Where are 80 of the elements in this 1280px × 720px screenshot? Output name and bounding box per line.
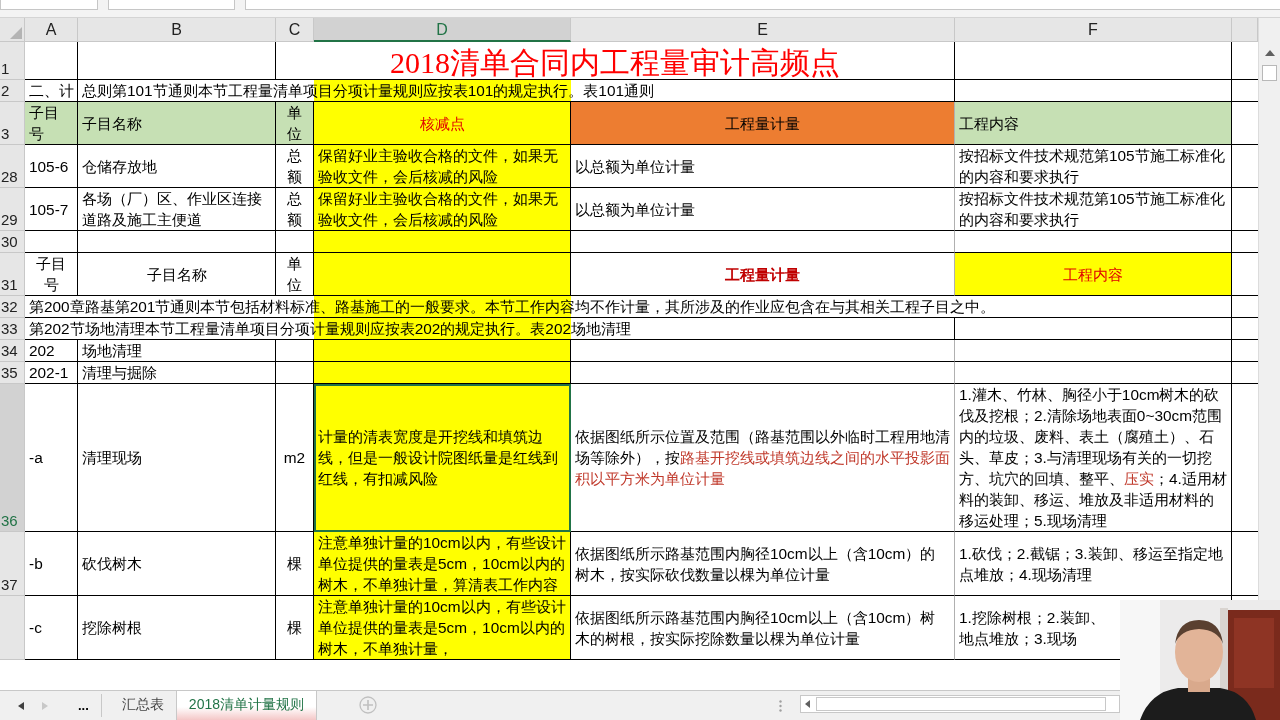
table-cell: 场地清理 xyxy=(78,340,276,362)
table-cell: 子目名称 xyxy=(78,102,276,145)
table-cell: 以总额为单位计量 xyxy=(571,145,955,188)
add-sheet-icon[interactable] xyxy=(359,696,377,714)
table-cell: 按招标文件技术规范第105节施工标准化的内容和要求执行 xyxy=(955,188,1232,231)
table-cell: 总额 xyxy=(276,145,314,188)
table-cell: 清理与掘除 xyxy=(78,362,276,384)
table-cell: -c xyxy=(25,596,78,660)
table-cell: 1.砍伐；2.截锯；3.装卸、移运至指定地点堆放；4.现场清理 xyxy=(955,532,1232,596)
table-cell: -a xyxy=(25,384,78,532)
scroll-up-icon[interactable] xyxy=(1264,50,1275,56)
table-cell: 仓储存放地 xyxy=(78,145,276,188)
previous-sheet-icon[interactable] xyxy=(18,702,24,710)
table-cell: 依据图纸所示路基范围内胸径10cm以上（含10cm）的树木，按实际砍伐数量以棵为单位计量 xyxy=(571,532,955,596)
table-cell: 棵 xyxy=(276,532,314,596)
row-number[interactable]: 2 xyxy=(0,80,25,102)
sheet-title: 2018清单合同内工程量审计高频点 xyxy=(276,42,955,80)
table-cell: 棵 xyxy=(276,596,314,660)
table-cell: 保留好业主验收合格的文件，如果无验收文件，会后核减的风险 xyxy=(314,145,571,188)
table-cell: 工程内容 xyxy=(955,102,1232,145)
table-cell: 单位 xyxy=(276,253,314,296)
table-cell: 子目号 xyxy=(25,102,78,145)
scroll-left-icon[interactable] xyxy=(805,700,810,708)
table-cell: 子目名称 xyxy=(78,253,276,296)
table-cell: 依据图纸所示路基范围内胸径10cm以上（含10cm）树木的树根，按实际挖除数量以棵为单位计量 xyxy=(571,596,955,660)
row-number[interactable]: 36 xyxy=(0,384,25,532)
row-number[interactable]: 28 xyxy=(0,145,25,188)
sheet-tab[interactable]: 2018清单计量规则 xyxy=(175,691,317,720)
table-cell: 计量的清表宽度是开挖线和填筑边线，但是一般设计院图纸量是红线到红线，有扣减风险 xyxy=(314,384,571,532)
scroll-thumb[interactable] xyxy=(1262,65,1277,81)
table-cell: 工程量计量 xyxy=(571,253,955,296)
row-number[interactable]: 34 xyxy=(0,340,25,362)
table-cell: m2 xyxy=(276,384,314,532)
table-cell: 清理现场 xyxy=(78,384,276,532)
table-cell: -b xyxy=(25,532,78,596)
column-header[interactable]: E xyxy=(571,18,955,42)
column-header[interactable]: D xyxy=(314,18,571,42)
table-cell: 202 xyxy=(25,340,78,362)
table-cell: 单位 xyxy=(276,102,314,145)
column-header[interactable]: A xyxy=(25,18,78,42)
row-header[interactable] xyxy=(0,596,25,660)
row-number[interactable]: 31 xyxy=(0,253,25,296)
table-cell: 各场（厂）区、作业区连接道路及施工主便道 xyxy=(78,188,276,231)
table-cell: 以总额为单位计量 xyxy=(571,188,955,231)
column-header[interactable] xyxy=(1232,18,1258,42)
name-box[interactable] xyxy=(0,0,98,10)
column-header[interactable]: C xyxy=(276,18,314,42)
table-cell xyxy=(25,42,78,80)
table-cell: 105-7 xyxy=(25,188,78,231)
select-all-icon[interactable] xyxy=(10,27,22,39)
table-cell: 挖除树根 xyxy=(78,596,276,660)
table-cell: 202-1 xyxy=(25,362,78,384)
table-cell: 注意单独计量的10cm以内，有些设计单位提供的量表是5cm，10cm以内的树木，不单独计量， xyxy=(314,596,571,660)
table-cell: 105-6 xyxy=(25,145,78,188)
table-cell: 总额 xyxy=(276,188,314,231)
table-cell: 依据图纸所示位置及范围（路基范围以外临时工程用地清场等除外），按路基开挖线或填筑边线之间的水平投影面积以平方米为单位计量 xyxy=(571,384,955,532)
table-cell: 核减点 xyxy=(314,102,571,145)
column-header[interactable]: F xyxy=(955,18,1232,42)
row-number[interactable]: 32 xyxy=(0,296,25,318)
function-box[interactable] xyxy=(108,0,235,10)
row-number[interactable]: 33 xyxy=(0,318,25,340)
row-number[interactable]: 37 xyxy=(0,532,25,596)
next-sheet-icon[interactable] xyxy=(42,702,48,710)
table-cell: 工程量计量 xyxy=(571,102,955,145)
splitter-icon[interactable] xyxy=(779,700,782,712)
row-number[interactable]: 1 xyxy=(0,42,25,80)
row-number[interactable]: 29 xyxy=(0,188,25,231)
more-sheets[interactable]: ... xyxy=(76,694,102,717)
table-cell: 子目号 xyxy=(25,253,78,296)
row-number[interactable]: 30 xyxy=(0,231,25,253)
table-cell: 按招标文件技术规范第105节施工标准化的内容和要求执行 xyxy=(955,145,1232,188)
table-cell: 注意单独计量的10cm以内，有些设计单位提供的量表是5cm，10cm以内的树木，不单独计量，算清表工作内容 xyxy=(314,532,571,596)
table-cell: 保留好业主验收合格的文件，如果无验收文件，会后核减的风险 xyxy=(314,188,571,231)
table-cell: 工程内容 xyxy=(955,253,1232,296)
table-cell: 1.灌木、竹林、胸径小于10cm树木的砍伐及挖根；2.清除场地表面0~30cm范围内的垃圾、废料、表土（腐殖土）、石头、草皮；3.与清理现场有关的一切挖方、坑穴的回填、整平、压实；4.适用材料的装卸、移运、堆放及非适用材料的移运处理；5.现场清理 xyxy=(955,384,1232,532)
table-cell: 砍伐树木 xyxy=(78,532,276,596)
row-number[interactable]: 3 xyxy=(0,102,25,145)
horizontal-scrollbar[interactable] xyxy=(800,695,1120,713)
row-number[interactable]: 35 xyxy=(0,362,25,384)
column-header[interactable]: B xyxy=(78,18,276,42)
